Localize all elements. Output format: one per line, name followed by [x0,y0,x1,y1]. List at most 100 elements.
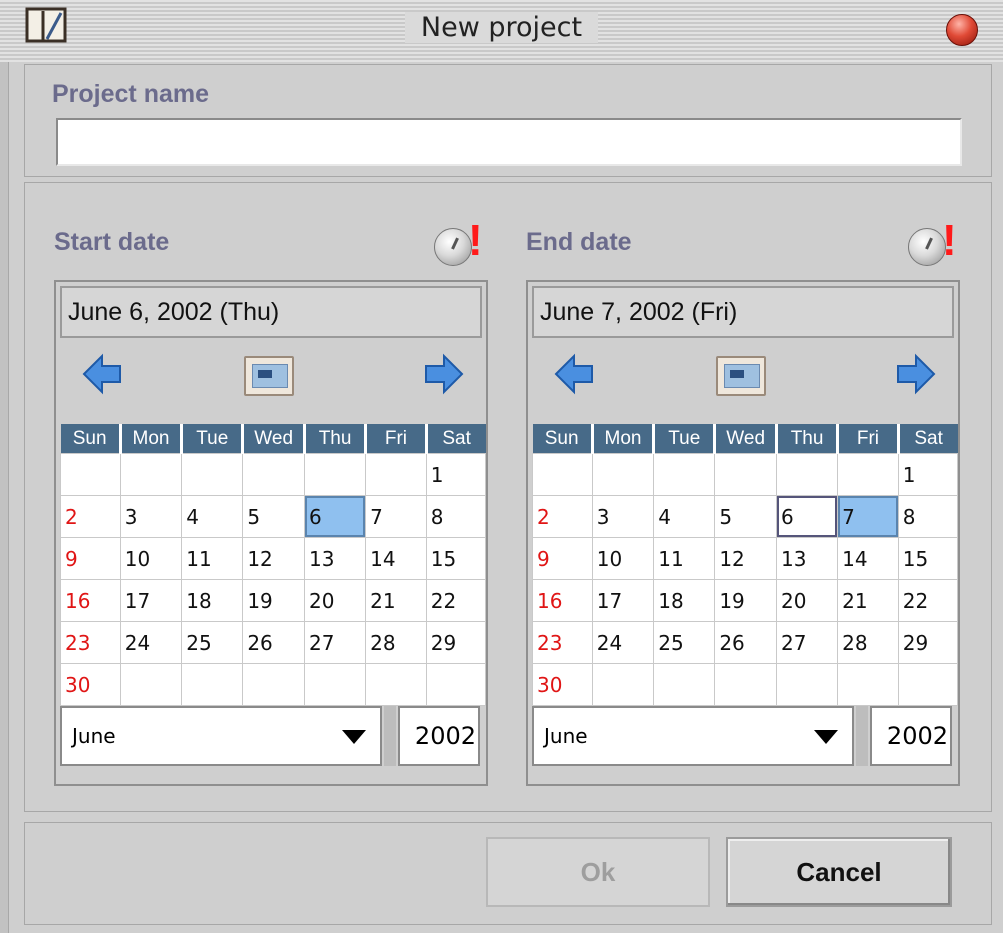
day-cell[interactable]: 24 [591,621,655,664]
day-cell[interactable]: 23 [532,621,593,664]
next-month-icon[interactable] [894,352,938,396]
day-cell[interactable]: 11 [653,537,716,580]
day-cell[interactable]: 7 [365,495,427,538]
spin-handle[interactable] [856,706,868,766]
day-cell[interactable]: 15 [897,537,959,580]
day-cell[interactable]: 28 [837,621,899,664]
day-cell[interactable]: 7 [837,495,899,538]
day-cell[interactable]: 22 [425,579,487,622]
day-cell[interactable]: 30 [532,663,593,706]
alert-mark: ! [942,216,957,265]
day-cell [181,453,244,496]
day-cell[interactable]: 29 [425,621,487,664]
week-row: 9 10 11 12 13 14 15 [60,537,487,580]
day-cell[interactable]: 8 [897,495,959,538]
close-icon[interactable] [946,14,978,46]
day-cell[interactable]: 17 [119,579,183,622]
start-date-label: Start date [54,228,170,256]
day-cell[interactable]: 5 [242,495,306,538]
day-cell[interactable]: 20 [776,579,839,622]
day-cell[interactable]: 16 [532,579,593,622]
day-cell[interactable]: 25 [653,621,716,664]
day-cell[interactable]: 26 [714,621,778,664]
month-value: June [72,724,116,748]
day-cell[interactable]: 12 [242,537,306,580]
end-year-field[interactable]: 2002 [870,706,952,766]
day-cell [181,663,244,706]
day-cell[interactable]: 10 [119,537,183,580]
day-cell[interactable]: 21 [837,579,899,622]
day-cell[interactable]: 19 [242,579,306,622]
day-cell[interactable]: 2 [532,495,593,538]
day-cell[interactable]: 24 [119,621,183,664]
day-cell[interactable]: 19 [714,579,778,622]
end-date-display: June 7, 2002 (Fri) [532,286,954,338]
dropdown-arrow-icon[interactable] [342,730,366,744]
day-cell[interactable]: 10 [591,537,655,580]
end-day-grid: Sun Mon Tue Wed Thu Fri Sat 1 2 3 4 5 6 7 8 9 10 1… [532,424,959,706]
day-cell[interactable]: 6 [776,495,839,538]
day-cell[interactable]: 29 [897,621,959,664]
alarm-clock-icon[interactable]: ! [432,216,486,268]
day-cell[interactable]: 14 [365,537,427,580]
prev-month-icon[interactable] [80,352,124,396]
day-cell[interactable]: 6 [304,495,367,538]
day-cell [837,663,899,706]
start-date-display: June 6, 2002 (Thu) [60,286,482,338]
week-row: 30 [60,663,487,706]
today-icon[interactable] [716,356,766,396]
day-cell[interactable]: 12 [714,537,778,580]
day-cell[interactable]: 3 [591,495,655,538]
start-year-field[interactable]: 2002 [398,706,480,766]
cancel-button[interactable]: Cancel [726,837,952,907]
project-name-input[interactable] [56,118,962,166]
clock-face [908,228,946,266]
start-month-select[interactable]: June [60,706,382,766]
alarm-clock-icon[interactable]: ! [906,216,960,268]
day-cell[interactable]: 18 [653,579,716,622]
day-cell[interactable]: 15 [425,537,487,580]
day-cell [119,453,183,496]
day-cell[interactable]: 28 [365,621,427,664]
project-name-label: Project name [52,80,210,108]
day-cell[interactable]: 20 [304,579,367,622]
day-cell[interactable]: 5 [714,495,778,538]
day-cell[interactable]: 22 [897,579,959,622]
day-cell[interactable]: 17 [591,579,655,622]
day-cell [304,663,367,706]
dropdown-arrow-icon[interactable] [814,730,838,744]
day-cell[interactable]: 25 [181,621,244,664]
day-cell[interactable]: 13 [304,537,367,580]
day-cell[interactable]: 18 [181,579,244,622]
day-cell[interactable]: 8 [425,495,487,538]
next-month-icon[interactable] [422,352,466,396]
day-cell[interactable]: 13 [776,537,839,580]
day-cell[interactable]: 23 [60,621,121,664]
day-cell [242,453,306,496]
day-cell[interactable]: 16 [60,579,121,622]
day-cell[interactable]: 4 [653,495,716,538]
day-cell[interactable]: 9 [532,537,593,580]
day-cell[interactable]: 14 [837,537,899,580]
week-row: 2345678 [532,495,959,538]
prev-month-icon[interactable] [552,352,596,396]
title-bar[interactable]: New project [0,0,1003,62]
day-cell[interactable]: 26 [242,621,306,664]
day-cell[interactable]: 21 [365,579,427,622]
end-calendar: June 7, 2002 (Fri) Sun Mon Tue Wed Thu F… [526,280,960,786]
day-cell[interactable]: 9 [60,537,121,580]
day-cell[interactable]: 3 [119,495,183,538]
day-cell[interactable]: 27 [304,621,367,664]
day-cell[interactable]: 1 [425,453,487,496]
day-cell[interactable]: 27 [776,621,839,664]
day-cell[interactable]: 30 [60,663,121,706]
day-cell[interactable]: 2 [60,495,121,538]
day-cell[interactable]: 1 [897,453,959,496]
day-cell[interactable]: 11 [181,537,244,580]
ok-button[interactable]: Ok [486,837,710,907]
spin-handle[interactable] [384,706,396,766]
end-month-select[interactable]: June [532,706,854,766]
today-icon[interactable] [244,356,294,396]
day-cell[interactable]: 4 [181,495,244,538]
week-row: 23 24 25 26 27 28 29 [532,621,959,664]
